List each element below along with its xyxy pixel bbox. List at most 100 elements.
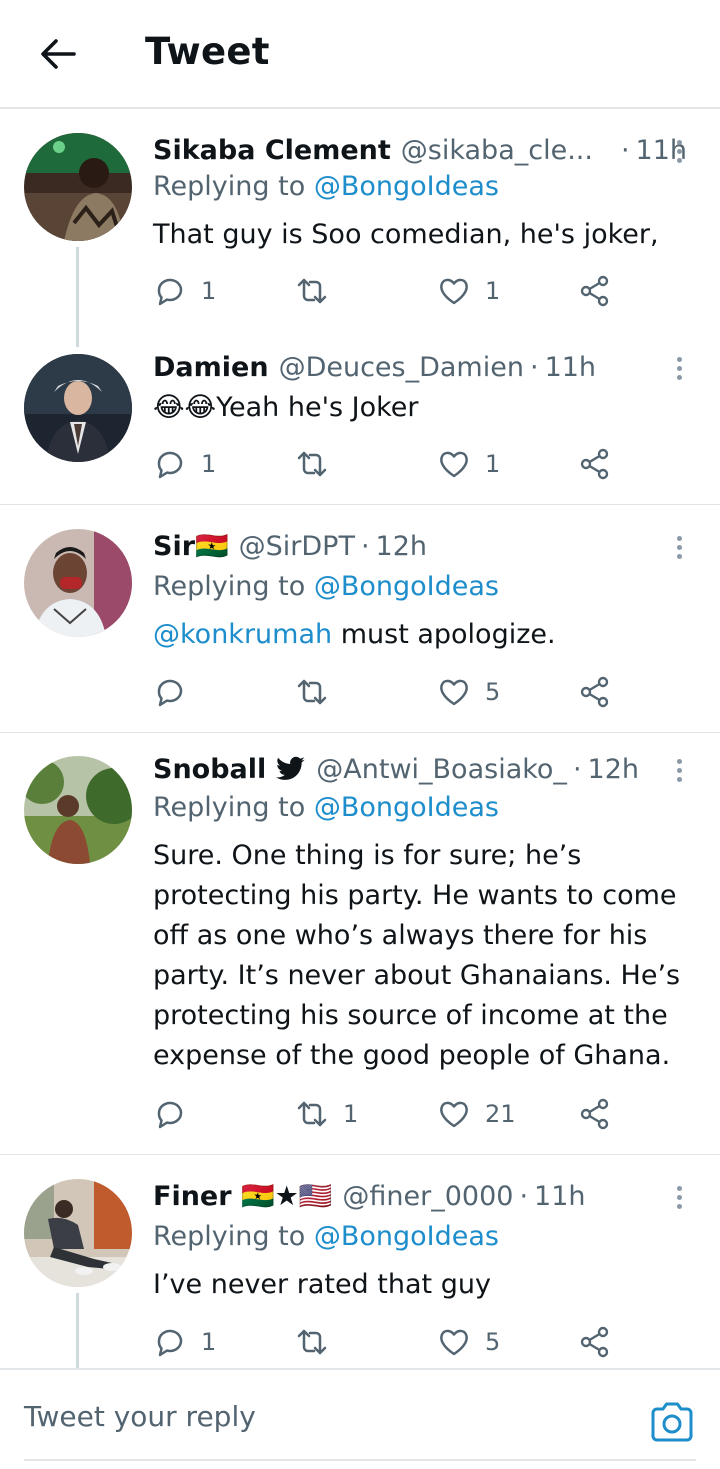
like-count: 5 (485, 678, 501, 706)
display-name[interactable]: Damien (153, 352, 269, 383)
display-name[interactable]: Sikaba Clement (153, 135, 391, 166)
top-app-bar: Tweet (0, 0, 720, 109)
mention-link[interactable]: @konkrumah (153, 619, 332, 650)
tweet-actions: 1 21 (153, 1094, 623, 1134)
user-handle[interactable]: @SirDPT (239, 531, 355, 562)
twitter-bird-icon (276, 756, 306, 780)
timestamp[interactable]: 12h (376, 531, 427, 562)
more-vertical-icon[interactable] (671, 756, 687, 786)
divider (0, 732, 720, 733)
like-button[interactable]: 1 (437, 271, 500, 311)
retweet-button[interactable] (295, 271, 343, 311)
user-handle[interactable]: @sikaba_cle... (401, 135, 593, 166)
avatar[interactable] (24, 1179, 132, 1287)
tweet-actions: 1 1 (153, 271, 623, 311)
tweet-reply-1[interactable]: Sikaba Clement @sikaba_cle... · 11h Repl… (0, 133, 720, 347)
timestamp[interactable]: 11h (534, 1181, 585, 1212)
heart-icon (440, 451, 468, 478)
like-button[interactable]: 5 (437, 1322, 500, 1362)
input-underline (24, 1459, 696, 1461)
tweet-actions: 1 1 (153, 444, 623, 484)
tweet-reply-3[interactable]: Sir🇬🇭 @SirDPT · 12h Replying to @BongoId… (0, 529, 720, 729)
retweet-icon (297, 451, 327, 477)
share-icon (580, 676, 609, 708)
tweet-actions: 1 5 (153, 1322, 623, 1362)
replying-to-link[interactable]: @BongoIdeas (314, 792, 499, 823)
retweet-icon (297, 1329, 327, 1355)
share-button[interactable] (578, 444, 612, 484)
retweet-count: 1 (343, 1100, 359, 1128)
display-name[interactable]: Snoball (153, 754, 266, 785)
reply-button[interactable]: 1 (153, 271, 216, 311)
share-button[interactable] (578, 672, 612, 712)
avatar[interactable] (24, 756, 132, 864)
user-handle[interactable]: @Antwi_Boasiako_ (316, 754, 567, 785)
replying-to: Replying to @BongoIdeas (153, 171, 499, 202)
tweet-text: 😂😂Yeah he's Joker (153, 392, 419, 423)
reply-button[interactable]: 1 (153, 444, 216, 484)
retweet-icon (297, 1101, 327, 1127)
like-count: 21 (485, 1100, 516, 1128)
share-icon (580, 448, 609, 480)
replying-to-link[interactable]: @BongoIdeas (314, 1221, 499, 1252)
user-handle[interactable]: @Deuces_Damien (279, 352, 524, 383)
retweet-icon (297, 278, 327, 304)
avatar[interactable] (24, 529, 132, 637)
avatar[interactable] (24, 354, 132, 462)
reply-count: 1 (201, 450, 217, 478)
user-handle[interactable]: @finer_0000 (342, 1181, 513, 1212)
speech-bubble-icon (157, 451, 183, 479)
like-count: 1 (485, 450, 501, 478)
reply-count: 1 (201, 277, 217, 305)
separator-dot: · (620, 134, 630, 166)
replying-to: Replying to @BongoIdeas (153, 571, 499, 602)
retweet-button[interactable] (295, 444, 343, 484)
tweet-header: Damien @Deuces_Damien · 11h (153, 350, 596, 384)
reply-button[interactable] (153, 1094, 201, 1134)
replying-to-link[interactable]: @BongoIdeas (314, 171, 499, 202)
retweet-button[interactable] (295, 1322, 343, 1362)
display-name[interactable]: Finer 🇬🇭★🇺🇸 (153, 1180, 332, 1212)
tweet-reply-4[interactable]: Snoball @Antwi_Boasiako_ · 12h Replying … (0, 752, 720, 1152)
separator-dot: · (519, 1180, 529, 1212)
tweet-actions: 5 (153, 672, 623, 712)
like-button[interactable]: 1 (437, 444, 500, 484)
display-name[interactable]: Sir🇬🇭 (153, 530, 229, 562)
reply-button[interactable] (153, 672, 201, 712)
like-button[interactable]: 21 (437, 1094, 516, 1134)
retweet-button[interactable] (295, 672, 343, 712)
tweet-reply-2[interactable]: Damien @Deuces_Damien · 11h 😂😂Yeah he's … (0, 350, 720, 505)
more-vertical-icon[interactable] (671, 354, 687, 384)
more-vertical-icon[interactable] (671, 533, 687, 563)
reply-button[interactable]: 1 (153, 1322, 216, 1362)
retweet-icon (297, 679, 327, 705)
like-count: 1 (485, 277, 501, 305)
reply-composer: Tweet your reply (0, 1368, 720, 1469)
tweet-header: Snoball @Antwi_Boasiako_ · 12h (153, 752, 639, 786)
timestamp[interactable]: 12h (588, 754, 639, 785)
tweet-text: That guy is Soo comedian, he's joker, (153, 219, 659, 250)
share-button[interactable] (578, 1094, 612, 1134)
thread-line (76, 1293, 79, 1368)
more-vertical-icon[interactable] (671, 1183, 687, 1213)
separator-dot: · (360, 530, 370, 562)
replying-to-link[interactable]: @BongoIdeas (314, 571, 499, 602)
arrow-left-icon[interactable] (34, 30, 82, 78)
share-button[interactable] (578, 1322, 612, 1362)
avatar[interactable] (24, 133, 132, 241)
tweet-text: I’ve never rated that guy (153, 1269, 491, 1300)
more-vertical-icon[interactable] (671, 137, 687, 167)
speech-bubble-icon (157, 1329, 183, 1357)
retweet-button[interactable]: 1 (295, 1094, 358, 1134)
share-button[interactable] (578, 271, 612, 311)
like-button[interactable]: 5 (437, 672, 500, 712)
thread-line (76, 247, 79, 347)
like-count: 5 (485, 1328, 501, 1356)
reply-input[interactable]: Tweet your reply (24, 1400, 256, 1433)
tweet-text: @konkrumah must apologize. (153, 619, 556, 650)
share-icon (580, 275, 609, 307)
camera-icon[interactable] (648, 1398, 696, 1446)
timestamp[interactable]: 11h (545, 352, 596, 383)
tweet-reply-5[interactable]: Finer 🇬🇭★🇺🇸 @finer_0000 · 11h Replying t… (0, 1179, 720, 1368)
divider (0, 504, 720, 505)
